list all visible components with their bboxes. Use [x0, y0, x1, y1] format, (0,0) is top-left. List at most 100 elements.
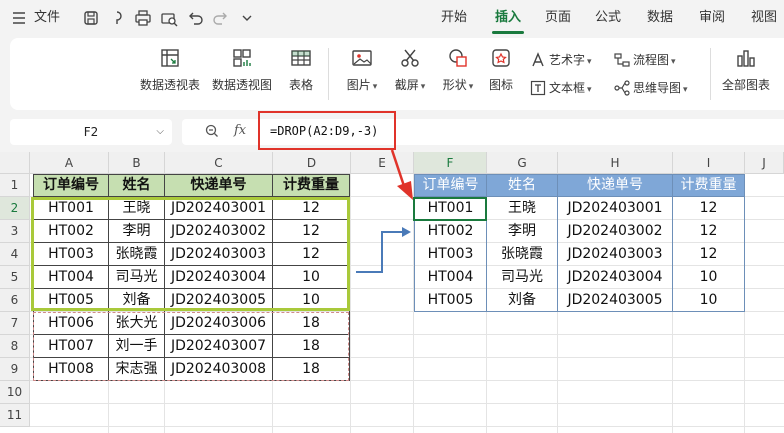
result-cell[interactable]: HT001 [415, 197, 486, 220]
source-cell[interactable]: 宋志强 [109, 358, 164, 381]
row-header[interactable]: 1 [0, 174, 30, 197]
row-header[interactable]: 9 [0, 358, 30, 381]
all-charts-button[interactable]: 全部图表 [716, 46, 776, 93]
result-header-cell[interactable]: 快递单号 [558, 175, 672, 196]
source-cell[interactable]: 18 [273, 358, 349, 381]
source-cell[interactable]: 12 [273, 243, 349, 266]
column-header-c[interactable]: C [165, 152, 273, 174]
shape-button[interactable]: 形状 ▾ [438, 46, 478, 93]
save-icon[interactable] [82, 9, 100, 27]
row-header[interactable]: 10 [0, 381, 30, 404]
result-cell[interactable]: HT004 [415, 266, 486, 289]
source-cell[interactable]: 18 [273, 335, 349, 358]
tab-view[interactable]: 视图 [746, 0, 782, 36]
result-cell[interactable]: HT003 [415, 243, 486, 266]
print-preview-icon[interactable] [160, 9, 178, 27]
menu-icon[interactable] [10, 9, 28, 27]
result-cell[interactable]: 刘备 [487, 289, 557, 312]
result-cell[interactable]: JD202403004 [558, 266, 672, 289]
source-cell[interactable]: HT005 [34, 289, 108, 312]
result-cell[interactable]: JD202403001 [558, 197, 672, 220]
source-cell[interactable]: JD202403002 [165, 220, 272, 243]
chevron-down-icon[interactable]: ⌵ [156, 119, 164, 145]
print-icon[interactable] [134, 9, 152, 27]
column-header-a[interactable]: A [30, 152, 109, 174]
source-cell[interactable]: 刘一手 [109, 335, 164, 358]
screenshot-button[interactable]: 截屏 ▾ [390, 46, 430, 93]
pivot-chart-button[interactable]: 数据透视图 [210, 46, 274, 93]
column-header-j[interactable]: J [745, 152, 784, 174]
tab-home[interactable]: 开始 [436, 0, 472, 36]
column-header-f[interactable]: F [414, 152, 487, 174]
file-menu[interactable]: 文件 [34, 0, 60, 36]
tab-review[interactable]: 审阅 [694, 0, 730, 36]
column-header-g[interactable]: G [487, 152, 558, 174]
source-header-cell[interactable]: 姓名 [109, 175, 164, 196]
undo-icon[interactable] [186, 9, 204, 27]
source-cell[interactable]: JD202403006 [165, 312, 272, 335]
result-cell[interactable]: 司马光 [487, 266, 557, 289]
result-cell[interactable]: 12 [673, 197, 744, 220]
result-header-cell[interactable]: 订单编号 [415, 175, 486, 196]
source-cell[interactable]: 刘备 [109, 289, 164, 312]
column-header-h[interactable]: H [558, 152, 673, 174]
source-cell[interactable]: HT001 [34, 197, 108, 220]
result-cell[interactable]: 10 [673, 289, 744, 312]
source-cell[interactable]: 李明 [109, 220, 164, 243]
source-cell[interactable]: HT003 [34, 243, 108, 266]
result-header-cell[interactable]: 姓名 [487, 175, 557, 196]
mindmap-button[interactable]: 思维导图 ▾ [614, 78, 688, 98]
source-cell[interactable]: 司马光 [109, 266, 164, 289]
row-header[interactable]: 8 [0, 335, 30, 358]
formula-text[interactable]: =DROP(A2:D9,-3) [270, 124, 378, 138]
source-cell[interactable]: HT006 [34, 312, 108, 335]
column-header-d[interactable]: D [273, 152, 351, 174]
source-cell[interactable]: JD202403008 [165, 358, 272, 381]
source-cell[interactable]: 12 [273, 220, 349, 243]
row-header[interactable]: 11 [0, 404, 30, 427]
source-cell[interactable]: HT004 [34, 266, 108, 289]
tab-formula[interactable]: 公式 [590, 0, 626, 36]
name-box[interactable]: F2 ⌵ [10, 119, 172, 145]
result-cell[interactable]: 王晓 [487, 197, 557, 220]
tab-insert[interactable]: 插入 [490, 0, 526, 36]
source-cell[interactable]: 王晓 [109, 197, 164, 220]
redo-icon[interactable] [212, 9, 230, 27]
fx-icon[interactable]: fx [234, 123, 246, 138]
source-cell[interactable]: 10 [273, 266, 349, 289]
result-cell[interactable]: HT002 [415, 220, 486, 243]
source-cell[interactable]: JD202403007 [165, 335, 272, 358]
result-cell[interactable]: JD202403003 [558, 243, 672, 266]
row-header[interactable]: 5 [0, 266, 30, 289]
source-cell[interactable]: JD202403003 [165, 243, 272, 266]
row-header[interactable]: 7 [0, 312, 30, 335]
pivot-table-button[interactable]: 数据透视表 [138, 46, 202, 93]
source-cell[interactable]: JD202403005 [165, 289, 272, 312]
tab-data[interactable]: 数据 [642, 0, 678, 36]
result-cell[interactable]: 12 [673, 243, 744, 266]
row-header[interactable]: 2 [0, 197, 30, 220]
zoom-search-icon[interactable] [204, 123, 220, 142]
result-cell[interactable]: HT005 [415, 289, 486, 312]
result-cell[interactable]: 张晓霞 [487, 243, 557, 266]
source-cell[interactable]: HT007 [34, 335, 108, 358]
column-header-b[interactable]: B [109, 152, 165, 174]
tab-page[interactable]: 页面 [540, 0, 576, 36]
source-cell[interactable]: JD202403001 [165, 197, 272, 220]
flowchart-button[interactable]: 流程图 ▾ [614, 50, 676, 70]
icon-button[interactable]: 图标 [484, 46, 518, 93]
source-cell[interactable]: 18 [273, 312, 349, 335]
row-header[interactable]: 6 [0, 289, 30, 312]
column-header-i[interactable]: I [673, 152, 745, 174]
source-header-cell[interactable]: 订单编号 [34, 175, 108, 196]
row-header[interactable]: 4 [0, 243, 30, 266]
source-cell[interactable]: HT002 [34, 220, 108, 243]
result-cell[interactable]: 12 [673, 220, 744, 243]
table-button[interactable]: 表格 [284, 46, 318, 93]
source-cell[interactable]: 张大光 [109, 312, 164, 335]
source-cell[interactable]: 10 [273, 289, 349, 312]
source-cell[interactable]: 12 [273, 197, 349, 220]
row-header[interactable]: 3 [0, 220, 30, 243]
source-cell[interactable]: JD202403004 [165, 266, 272, 289]
chevron-down-icon[interactable] [238, 9, 256, 27]
